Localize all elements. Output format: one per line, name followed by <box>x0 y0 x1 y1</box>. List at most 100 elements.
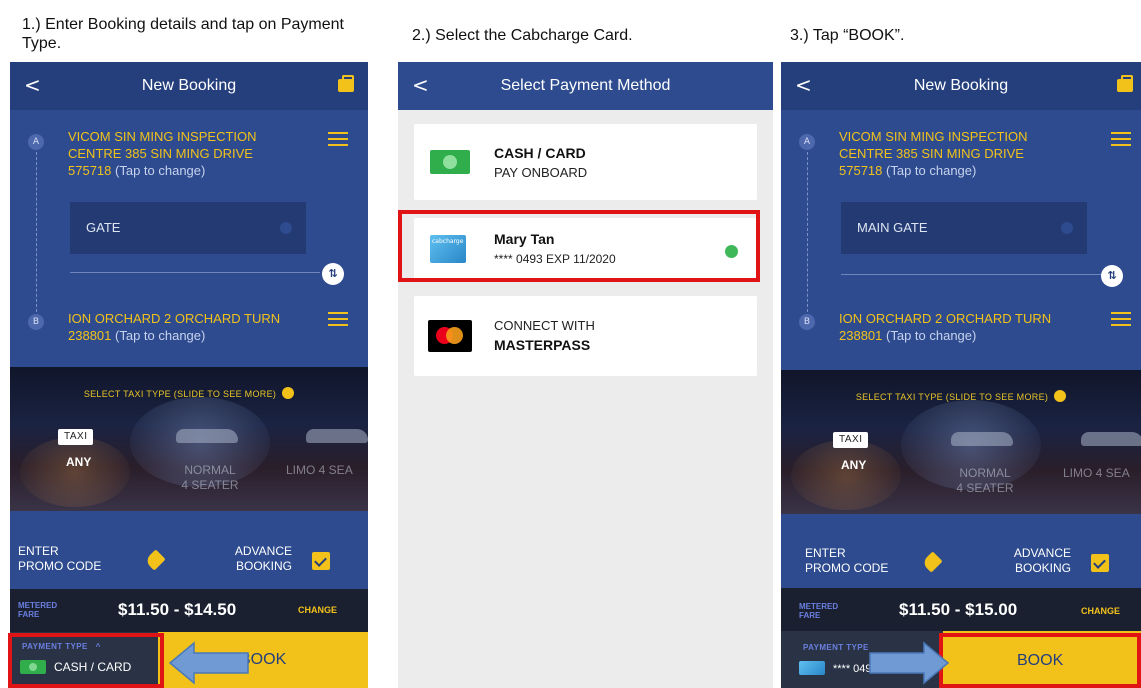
highlight-payment-type <box>8 633 164 688</box>
fare-range: $11.50 - $15.00 <box>899 600 1018 619</box>
car-icon <box>951 432 1013 446</box>
tag-icon <box>921 551 943 573</box>
pickup-postcode: 575718 <box>68 163 112 178</box>
car-icon <box>176 429 238 443</box>
taxi-badge: TAXI <box>833 432 869 448</box>
dropoff-marker: B <box>28 314 44 330</box>
pickup-marker: A <box>799 134 815 150</box>
pickup-hint: (Tap to change) <box>115 163 206 178</box>
arrow-left-icon <box>168 641 249 685</box>
fare-row: METERED FARE $11.50 - $14.50 CHANGE <box>10 589 368 632</box>
screen-1-new-booking: < New Booking A VICOM SIN MING INSPECTIO… <box>10 62 368 688</box>
header-title: New Booking <box>913 77 1009 94</box>
promo-code-button[interactable]: ENTER PROMO CODE <box>18 544 101 574</box>
change-fare-button[interactable]: CHANGE <box>1081 606 1120 616</box>
taxi-type-normal[interactable]: NORMAL 4 SEATER <box>945 466 1025 496</box>
payment-option-cash[interactable]: CASH / CARD PAY ONBOARD <box>414 124 757 200</box>
fare-range: $11.50 - $14.50 <box>118 600 237 619</box>
divider <box>841 274 1103 275</box>
taxi-type-limo[interactable]: LIMO 4 SEA <box>286 463 353 478</box>
dropoff-address[interactable]: ION ORCHARD 2 ORCHARD TURN 238801 (Tap t… <box>839 310 1064 344</box>
header-title: New Booking <box>141 77 237 94</box>
car-icon <box>306 429 368 443</box>
metered-fare-label: METERED FARE <box>799 602 839 620</box>
divider <box>70 272 320 273</box>
screen-2-select-payment: < Select Payment Method CASH / CARD PAY … <box>398 62 773 688</box>
calendar-check-icon <box>1091 554 1109 572</box>
list-icon[interactable] <box>328 312 348 328</box>
swap-icon[interactable]: ⇅ <box>1101 265 1123 287</box>
pickup-address[interactable]: VICOM SIN MING INSPECTION CENTRE 385 SIN… <box>68 128 293 179</box>
mastercard-icon <box>428 320 472 352</box>
clear-dot <box>1061 222 1073 234</box>
options-row: ENTER PROMO CODE ADVANCE BOOKING <box>10 532 368 596</box>
payment-type-label: PAYMENT TYPE <box>803 643 869 652</box>
taxi-type-selector[interactable]: SELECT TAXI TYPE (SLIDE TO SEE MORE) TAX… <box>781 370 1141 514</box>
payment-option-masterpass[interactable]: CONNECT WITH MASTERPASS <box>414 296 757 376</box>
screen-3-new-booking: < New Booking A VICOM SIN MING INSPECTIO… <box>781 62 1141 688</box>
taxi-type-any[interactable]: ANY <box>66 455 91 470</box>
dropoff-marker: B <box>799 314 815 330</box>
taxi-type-any[interactable]: ANY <box>841 458 866 473</box>
change-fare-button[interactable]: CHANGE <box>298 605 337 615</box>
wallet-icon[interactable] <box>338 75 354 92</box>
cash-icon <box>430 150 470 174</box>
header-bar: < Select Payment Method <box>398 62 773 110</box>
highlight-book-button <box>939 633 1141 688</box>
metered-fare-label: METERED FARE <box>18 601 58 619</box>
pickup-address-text: VICOM SIN MING INSPECTION CENTRE 385 SIN… <box>68 129 257 161</box>
dropoff-postcode: 238801 <box>68 328 112 343</box>
fare-row: METERED FARE $11.50 - $15.00 CHANGE <box>781 588 1141 631</box>
cash-subtitle: PAY ONBOARD <box>494 165 588 180</box>
taxi-type-selector[interactable]: SELECT TAXI TYPE (SLIDE TO SEE MORE) TAX… <box>10 367 368 511</box>
route-line <box>807 152 808 312</box>
list-icon[interactable] <box>1111 132 1131 148</box>
dropoff-address-text: ION ORCHARD 2 ORCHARD TURN <box>839 311 1052 326</box>
pickup-postcode: 575718 <box>839 163 883 178</box>
select-taxi-type-label: SELECT TAXI TYPE (SLIDE TO SEE MORE) <box>10 387 368 400</box>
pickup-hint: (Tap to change) <box>886 163 977 178</box>
masterpass-title: CONNECT WITH <box>494 318 595 333</box>
header-bar: < New Booking <box>10 62 368 110</box>
gate-input[interactable]: MAIN GATE <box>841 202 1087 254</box>
cabcharge-card-icon <box>799 661 825 675</box>
dropoff-hint: (Tap to change) <box>886 328 977 343</box>
advance-booking-button[interactable]: ADVANCE BOOKING <box>999 546 1071 576</box>
list-icon[interactable] <box>328 132 348 148</box>
taxi-type-normal[interactable]: NORMAL 4 SEATER <box>170 463 250 493</box>
gate-input[interactable]: GATE <box>70 202 306 254</box>
info-icon[interactable] <box>282 387 295 399</box>
gate-input-value: GATE <box>86 220 121 235</box>
list-icon[interactable] <box>1111 312 1131 328</box>
step1-caption: 1.) Enter Booking details and tap on Pay… <box>22 16 344 52</box>
tag-icon <box>144 549 166 571</box>
gate-input-value: MAIN GATE <box>857 220 928 235</box>
pickup-address-text: VICOM SIN MING INSPECTION CENTRE 385 SIN… <box>839 129 1028 161</box>
step2-caption: 2.) Select the Cabcharge Card. <box>412 27 633 44</box>
highlight-cabcharge-card <box>398 210 760 282</box>
dropoff-address[interactable]: ION ORCHARD 2 ORCHARD TURN 238801 (Tap t… <box>68 310 293 344</box>
pickup-marker: A <box>28 134 44 150</box>
dropoff-postcode: 238801 <box>839 328 883 343</box>
calendar-check-icon <box>312 552 330 570</box>
wallet-icon[interactable] <box>1117 75 1133 92</box>
select-taxi-type-label: SELECT TAXI TYPE (SLIDE TO SEE MORE) <box>781 390 1141 403</box>
advance-booking-button[interactable]: ADVANCE BOOKING <box>222 544 292 574</box>
promo-code-button[interactable]: ENTER PROMO CODE <box>805 546 888 576</box>
arrow-right-icon <box>869 641 950 685</box>
header-bar: < New Booking <box>781 62 1141 110</box>
pickup-address[interactable]: VICOM SIN MING INSPECTION CENTRE 385 SIN… <box>839 128 1064 179</box>
taxi-type-limo[interactable]: LIMO 4 SEA <box>1063 466 1130 481</box>
cash-title: CASH / CARD <box>494 145 586 161</box>
clear-dot <box>280 222 292 234</box>
masterpass-subtitle: MASTERPASS <box>494 337 591 353</box>
info-icon[interactable] <box>1054 390 1067 402</box>
step3-caption: 3.) Tap “BOOK”. <box>790 27 905 44</box>
header-title: Select Payment Method <box>500 77 671 94</box>
car-icon <box>1081 432 1141 446</box>
route-line <box>36 152 37 312</box>
dropoff-address-text: ION ORCHARD 2 ORCHARD TURN <box>68 311 281 326</box>
taxi-badge: TAXI <box>58 429 94 445</box>
dropoff-hint: (Tap to change) <box>115 328 206 343</box>
swap-icon[interactable]: ⇅ <box>322 263 344 285</box>
